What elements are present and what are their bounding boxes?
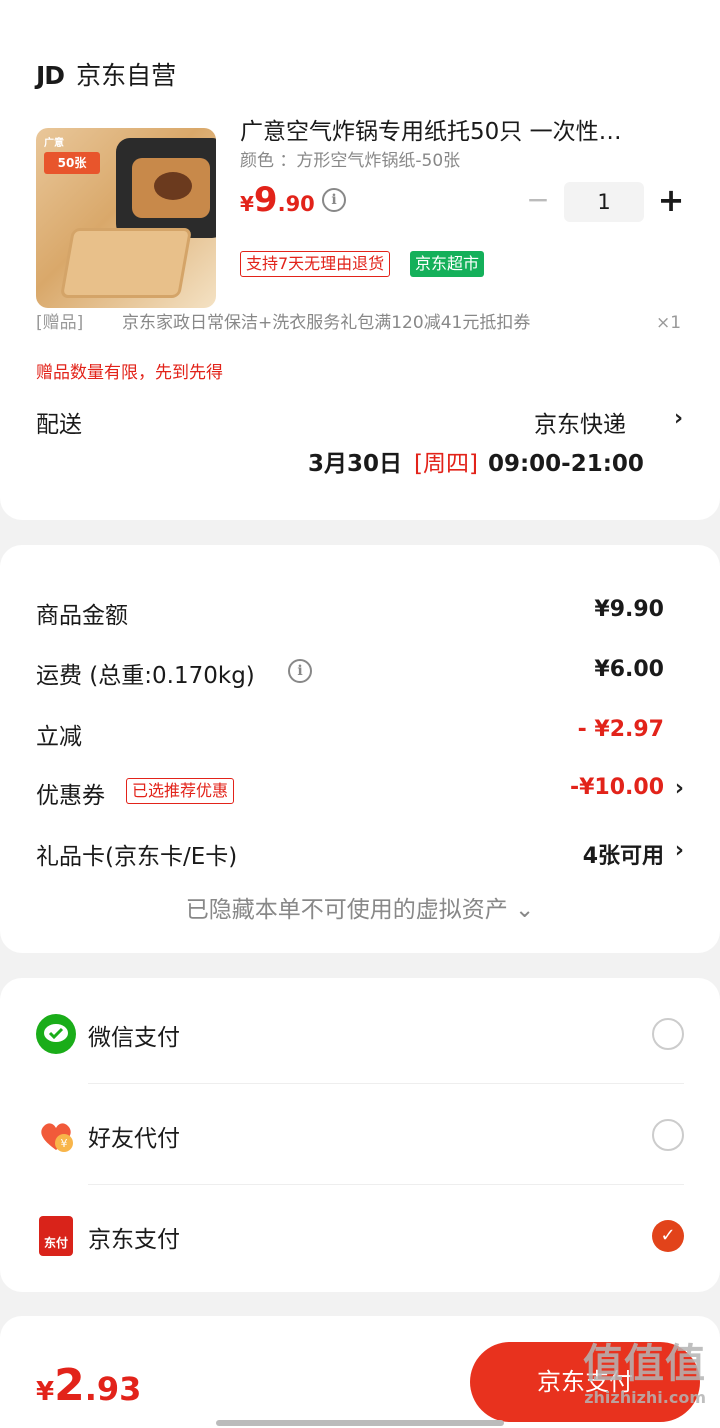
delivery-time[interactable]: 3月30日 [周四] 09:00-21:00 xyxy=(308,444,644,478)
coupon-label[interactable]: 优惠券 xyxy=(36,776,105,810)
gift-card-label[interactable]: 礼品卡(京东卡/E卡) xyxy=(36,837,237,871)
instant-discount-label: 立减 xyxy=(36,724,82,750)
wechat-icon xyxy=(36,1014,76,1054)
gift-tag: [赠品] xyxy=(36,313,84,333)
chevron-right-icon[interactable]: › xyxy=(675,776,684,801)
delivery-date: 3月30日 xyxy=(308,451,403,477)
delivery-weekday: [周四] xyxy=(414,451,478,477)
watermark: 值值值 zhizhizhi.com xyxy=(583,1341,706,1407)
store-header[interactable]: JD 京东自营 xyxy=(36,56,176,92)
delivery-label: 配送 xyxy=(36,412,82,438)
product-image-brand: 广意 xyxy=(44,138,64,149)
quantity-increase-button[interactable]: + xyxy=(654,184,688,218)
instant-discount-value: - ¥2.97 xyxy=(577,717,664,742)
delivery-time-window: 09:00-21:00 xyxy=(487,451,644,477)
payment-option-jdpay[interactable]: 京东支付 xyxy=(88,1220,180,1254)
shipping-fee-value: ¥6.00 xyxy=(594,657,664,682)
quantity-input[interactable]: 1 xyxy=(564,182,644,222)
gift-description[interactable]: 京东家政日常保洁+洗衣服务礼包满120减41元抵扣券 xyxy=(122,308,530,333)
jd-pay-icon: 东付 xyxy=(39,1216,73,1256)
return-policy-tag: 支持7天无理由退货 xyxy=(240,251,391,277)
coupon-selected-tag: 已选推荐优惠 xyxy=(126,778,235,804)
store-name: 京东自营 xyxy=(76,61,177,90)
shipping-fee-label: 运费 (总重:0.170kg) xyxy=(36,663,255,689)
chevron-right-icon[interactable]: › xyxy=(675,838,684,863)
shipping-info-icon[interactable]: i xyxy=(288,659,312,683)
gift-card-value[interactable]: 4张可用 xyxy=(583,838,664,870)
divider xyxy=(88,1184,684,1185)
price-info-icon[interactable]: i xyxy=(322,188,346,212)
jdpay-radio-checked-icon[interactable]: ✓ xyxy=(652,1220,684,1252)
divider xyxy=(88,1083,684,1084)
product-price: ¥9.90 xyxy=(240,180,315,220)
friend-pay-radio[interactable] xyxy=(652,1119,684,1151)
payment-option-wechat[interactable]: 微信支付 xyxy=(88,1018,180,1052)
quantity-decrease-button[interactable]: − xyxy=(524,186,552,216)
gift-quantity: ×1 xyxy=(656,313,682,333)
gift-limit-note: 赠品数量有限，先到先得 xyxy=(36,363,223,383)
total-price: ¥2.93 xyxy=(36,1360,142,1411)
delivery-method[interactable]: 京东快递 xyxy=(534,405,626,439)
product-image[interactable]: 广意 50张 xyxy=(36,128,216,308)
chevron-right-icon[interactable]: › xyxy=(674,406,683,431)
jd-supermarket-tag: 京东超市 xyxy=(410,251,485,277)
subtotal-label: 商品金额 xyxy=(36,603,128,629)
product-spec[interactable]: 颜色 ：方形空气炸锅纸-50张 xyxy=(240,146,460,171)
wechat-radio[interactable] xyxy=(652,1018,684,1050)
svg-text:¥: ¥ xyxy=(61,1137,68,1150)
home-indicator xyxy=(216,1420,504,1426)
subtotal-value: ¥9.90 xyxy=(594,597,664,622)
friend-pay-icon: ¥ xyxy=(36,1116,76,1156)
product-image-badge: 50张 xyxy=(44,152,100,174)
jd-logo-icon: JD xyxy=(36,61,65,90)
hidden-assets-toggle[interactable]: 已隐藏本单不可使用的虚拟资产 ⌄ xyxy=(0,890,720,924)
product-title[interactable]: 广意空气炸锅专用纸托50只 一次性… xyxy=(240,112,680,146)
payment-option-friend[interactable]: 好友代付 xyxy=(88,1119,180,1153)
coupon-value[interactable]: -¥10.00 xyxy=(570,775,664,800)
